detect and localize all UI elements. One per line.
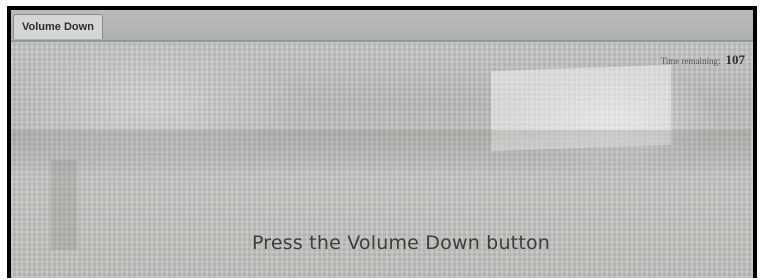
time-remaining: Time remaining: 107 [661,52,745,68]
photo-of-device-screen: Volume Down Time remaining: 107 Press th… [7,6,757,278]
test-screen: Volume Down Time remaining: 107 Press th… [11,10,753,278]
screen-reflection-band [11,130,751,172]
time-remaining-label: Time remaining: [660,56,721,66]
tab-volume-down[interactable]: Volume Down [13,14,103,39]
tab-label: Volume Down [22,21,94,33]
header-bar: Volume Down [11,10,753,42]
instruction-text: Press the Volume Down button [251,232,551,254]
time-remaining-value: 107 [725,52,746,67]
